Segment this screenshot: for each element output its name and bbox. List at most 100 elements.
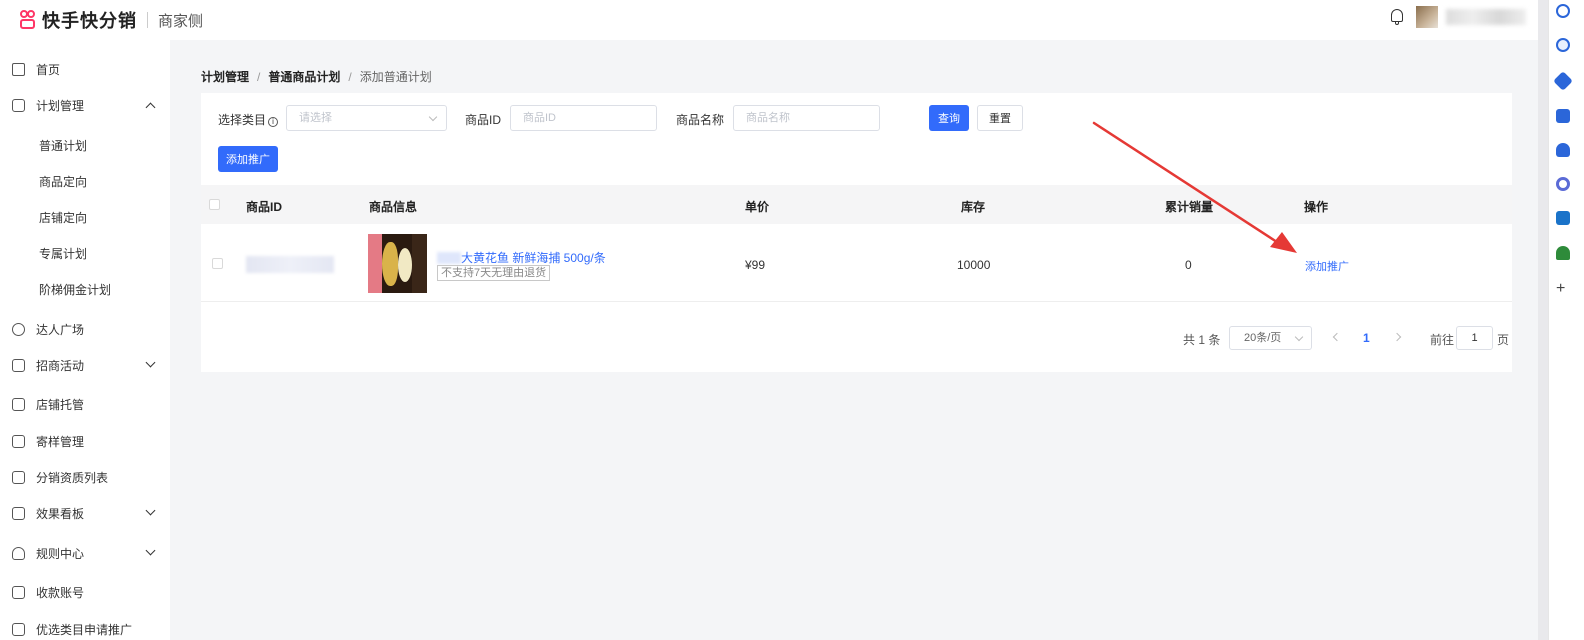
document-icon	[12, 98, 25, 112]
sidebar-item-label: 阶梯佣金计划	[39, 282, 112, 297]
add-promotion-button[interactable]: 添加推广	[218, 146, 278, 172]
product-id-blurred	[246, 256, 334, 273]
sidebar-item-product-targeting[interactable]: 商品定向	[0, 166, 170, 196]
search-icon[interactable]	[1556, 4, 1570, 18]
sidebar-item-label: 专属计划	[39, 246, 88, 261]
logo-divider	[147, 12, 148, 28]
goto-page-input[interactable]: 1	[1456, 326, 1493, 350]
stack-icon	[12, 397, 25, 411]
bell-icon[interactable]	[1388, 7, 1406, 27]
page-size-select[interactable]: 20条/页	[1229, 326, 1312, 350]
category-select[interactable]: 请选择	[286, 105, 447, 131]
sidebar-item-sample-management[interactable]: 寄样管理	[0, 426, 170, 456]
sidebar-item-label: 分销资质列表	[36, 470, 109, 485]
stock-cell: 10000	[957, 258, 991, 272]
sidebar-item-label: 收款账号	[36, 585, 85, 600]
sidebar-item-plan-management[interactable]: 计划管理	[0, 90, 170, 120]
add-icon[interactable]: +	[1556, 281, 1565, 297]
tag-icon[interactable]	[1553, 71, 1573, 91]
category-label: 选择类目 i	[218, 111, 279, 128]
sidebar-item-label: 寄样管理	[36, 434, 85, 449]
sidebar-item-performance-board[interactable]: 效果看板	[0, 498, 170, 528]
app-subtitle: 商家侧	[158, 12, 204, 30]
sidebar-item-creator-square[interactable]: 达人广场	[0, 314, 170, 344]
sidebar-item-exclusive-plan[interactable]: 专属计划	[0, 238, 170, 268]
sidebar-item-shop-hosting[interactable]: 店铺托管	[0, 389, 170, 419]
sidebar-item-label: 达人广场	[36, 322, 85, 337]
product-title-link[interactable]: 大黄花鱼 新鲜海捕 500g/条	[437, 249, 606, 266]
sidebar-item-rules-center[interactable]: 规则中心	[0, 538, 170, 568]
top-header: 快手快分销 商家侧	[0, 0, 1548, 40]
product-id-placeholder: 商品ID	[523, 112, 556, 124]
briefcase-icon[interactable]	[1556, 109, 1570, 123]
people-icon[interactable]	[1556, 143, 1570, 157]
bing-icon[interactable]	[1556, 38, 1570, 52]
page-scroll-edge	[1538, 0, 1548, 640]
column-header-price: 单价	[745, 200, 770, 214]
chevron-up-icon	[145, 102, 156, 113]
chevron-down-icon	[145, 505, 156, 516]
sidebar-item-preferred-category[interactable]: 优选类目申请推广	[0, 614, 170, 640]
sidebar-item-label: 规则中心	[36, 546, 85, 561]
rules-icon	[12, 546, 25, 560]
query-button[interactable]: 查询	[929, 105, 969, 131]
no-return-tag: 不支持7天无理由退货	[437, 265, 551, 281]
add-promotion-link[interactable]: 添加推广	[1305, 258, 1349, 274]
kuaishou-logo-icon	[18, 9, 38, 31]
row-checkbox[interactable]	[212, 258, 223, 269]
app-name: 快手快分销	[42, 11, 137, 31]
current-page[interactable]: 1	[1363, 331, 1370, 345]
breadcrumb-normal-product-plan[interactable]: 普通商品计划	[268, 70, 340, 84]
sidebar-item-label: 店铺托管	[36, 397, 85, 412]
sidebar-item-tiered-commission[interactable]: 阶梯佣金计划	[0, 274, 170, 304]
copilot-icon[interactable]	[1556, 177, 1570, 191]
bag-icon	[12, 622, 25, 636]
info-icon: i	[268, 117, 279, 127]
sidebar-item-label: 商品定向	[39, 174, 88, 189]
product-name-placeholder: 商品名称	[746, 112, 790, 124]
product-name-input[interactable]: 商品名称	[733, 105, 880, 131]
column-header-stock: 库存	[961, 200, 986, 214]
sidebar-item-qualification-list[interactable]: 分销资质列表	[0, 462, 170, 492]
outlook-icon[interactable]	[1556, 211, 1570, 225]
sidebar-item-shop-targeting[interactable]: 店铺定向	[0, 202, 170, 232]
avatar[interactable]	[1416, 6, 1438, 28]
sidebar-item-normal-plan[interactable]: 普通计划	[0, 130, 170, 160]
login-icon	[12, 434, 25, 448]
page-size-value: 20条/页	[1244, 332, 1282, 344]
user-name-blurred[interactable]	[1446, 9, 1526, 25]
category-placeholder: 请选择	[299, 112, 332, 124]
bookmark-icon	[12, 358, 25, 372]
sidebar-item-label: 普通计划	[39, 138, 88, 153]
page-suffix-label: 页	[1497, 333, 1510, 347]
sidebar-item-payment-account[interactable]: 收款账号	[0, 577, 170, 607]
header-actions	[1388, 6, 1526, 28]
reset-button[interactable]: 重置	[977, 105, 1023, 131]
sidebar-item-label: 首页	[36, 62, 61, 77]
breadcrumb-separator: /	[257, 70, 261, 84]
sales-cell: 0	[1185, 258, 1192, 272]
chevron-down-icon	[145, 545, 156, 556]
tree-icon[interactable]	[1556, 246, 1570, 260]
column-header-action: 操作	[1304, 200, 1329, 214]
sidebar: 首页 计划管理 普通计划 商品定向 店铺定向 专属计划 阶梯佣金计划 达人广场 …	[0, 40, 170, 640]
product-id-input[interactable]: 商品ID	[510, 105, 657, 131]
chart-icon	[12, 506, 25, 520]
price-cell: ¥99	[745, 258, 766, 272]
sidebar-item-merchant-campaign[interactable]: 招商活动	[0, 350, 170, 380]
select-all-checkbox[interactable]	[209, 199, 220, 210]
chevron-down-icon	[1294, 332, 1304, 342]
user-icon	[12, 322, 25, 336]
column-header-product-info: 商品信息	[369, 200, 418, 214]
breadcrumb-plan-management[interactable]: 计划管理	[201, 70, 249, 84]
browser-extension-bar: +	[1548, 0, 1584, 640]
breadcrumb: 计划管理 / 普通商品计划 / 添加普通计划	[201, 68, 432, 85]
chevron-down-icon	[145, 357, 156, 368]
pagination-total: 共 1 条	[1183, 333, 1221, 347]
wallet-icon	[12, 585, 25, 599]
logo[interactable]: 快手快分销 商家侧	[18, 7, 203, 33]
sidebar-item-label: 效果看板	[36, 506, 85, 521]
product-name-label: 商品名称	[676, 113, 725, 127]
chevron-down-icon	[428, 112, 438, 122]
sidebar-item-home[interactable]: 首页	[0, 54, 170, 84]
